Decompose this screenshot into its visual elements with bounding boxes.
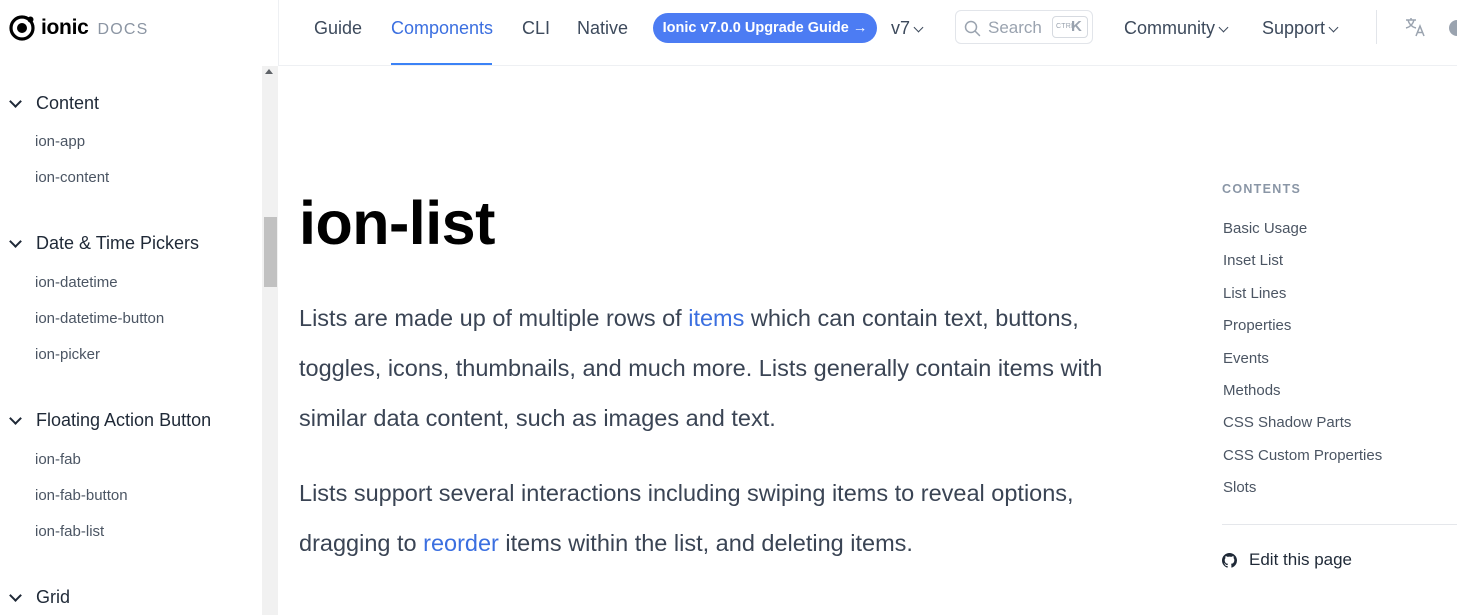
- sidebar-group-date-time-pickers[interactable]: Date & Time Pickers: [8, 233, 199, 254]
- chevron-down-icon: [9, 235, 22, 248]
- sidebar-item-ion-app[interactable]: ion-app: [35, 133, 85, 150]
- chevron-down-icon: [9, 412, 22, 425]
- items-link[interactable]: items: [688, 305, 744, 331]
- translate-icon[interactable]: [1405, 17, 1427, 37]
- upgrade-guide-button[interactable]: Ionic v7.0.0 Upgrade Guide →: [653, 13, 877, 43]
- sidebar-group-floating-action-button[interactable]: Floating Action Button: [8, 410, 211, 431]
- version-dropdown[interactable]: v7: [891, 18, 924, 39]
- sidebar-item-ion-picker[interactable]: ion-picker: [35, 346, 100, 363]
- toc-methods[interactable]: Methods: [1223, 382, 1281, 399]
- nav-native[interactable]: Native: [577, 18, 628, 39]
- keyboard-shortcut: CTRL K: [1052, 16, 1088, 38]
- sidebar-item-ion-datetime-button[interactable]: ion-datetime-button: [35, 310, 164, 327]
- chevron-down-icon: [9, 589, 22, 602]
- version-label: v7: [891, 18, 911, 38]
- nav-guide[interactable]: Guide: [314, 18, 362, 39]
- sidebar-item-ion-content[interactable]: ion-content: [35, 169, 109, 186]
- github-icon: [1222, 552, 1237, 568]
- text: Lists are made up of multiple rows of: [299, 305, 689, 331]
- sidebar-item-ion-fab-button[interactable]: ion-fab-button: [35, 487, 128, 504]
- sidebar-group-label: Grid: [36, 587, 71, 607]
- sidebar-group-label: Content: [36, 93, 100, 113]
- sidebar-group-label: Date & Time Pickers: [36, 233, 200, 253]
- chevron-down-icon: [9, 95, 22, 108]
- toc-css-shadow-parts[interactable]: CSS Shadow Parts: [1223, 414, 1351, 431]
- search-button[interactable]: Search CTRL K: [955, 10, 1093, 44]
- nav-cli[interactable]: CLI: [522, 18, 550, 39]
- chevron-down-icon: [1218, 22, 1229, 33]
- toc-inset-list[interactable]: Inset List: [1223, 252, 1283, 269]
- sidebar-group-grid[interactable]: Grid: [8, 587, 70, 608]
- sidebar-scrollbar[interactable]: [262, 66, 278, 615]
- search-icon: [964, 20, 981, 37]
- support-label: Support: [1262, 18, 1326, 38]
- sidebar: Content ion-app ion-content Date & Time …: [0, 66, 262, 615]
- edit-page-label: Edit this page: [1249, 550, 1353, 569]
- ionic-docs-logo[interactable]: ionic DOCS: [8, 14, 149, 42]
- search-placeholder: Search: [988, 18, 1042, 37]
- community-dropdown[interactable]: Community: [1124, 18, 1229, 39]
- nav-components[interactable]: Components: [391, 18, 493, 39]
- brand-suffix: DOCS: [97, 20, 149, 38]
- sidebar-item-ion-datetime[interactable]: ion-datetime: [35, 274, 118, 291]
- support-dropdown[interactable]: Support: [1262, 18, 1339, 39]
- toc-heading: CONTENTS: [1222, 182, 1302, 196]
- sidebar-group-content[interactable]: Content: [8, 93, 99, 114]
- interactions-paragraph: Lists support several interactions inclu…: [299, 468, 1159, 568]
- sidebar-item-ion-fab[interactable]: ion-fab: [35, 451, 81, 468]
- sidebar-item-ion-fab-list[interactable]: ion-fab-list: [35, 523, 104, 540]
- brand-name: ionic: [41, 16, 89, 39]
- scrollbar-thumb[interactable]: [264, 217, 277, 287]
- top-navbar: ionic DOCS Guide Components CLI Native I…: [0, 0, 1457, 65]
- toc-css-custom-properties[interactable]: CSS Custom Properties: [1223, 447, 1382, 464]
- toc-divider: [1222, 524, 1457, 525]
- header-border: [278, 65, 1457, 66]
- toc-slots[interactable]: Slots: [1223, 479, 1256, 496]
- nav-divider: [1376, 10, 1377, 44]
- scroll-up-arrow-icon[interactable]: [265, 69, 273, 74]
- brand-divider: [278, 0, 279, 65]
- page-title: ion-list: [299, 189, 495, 257]
- ionic-logo-icon: [9, 15, 35, 41]
- community-label: Community: [1124, 18, 1216, 38]
- toc-events[interactable]: Events: [1223, 350, 1269, 367]
- chevron-down-icon: [913, 22, 924, 33]
- kbd-key: K: [1071, 18, 1082, 35]
- theme-toggle-icon[interactable]: [1447, 19, 1457, 37]
- intro-paragraph: Lists are made up of multiple rows of it…: [299, 293, 1159, 443]
- sidebar-group-label: Floating Action Button: [36, 410, 212, 430]
- toc-list-lines[interactable]: List Lines: [1223, 285, 1286, 302]
- toc-basic-usage[interactable]: Basic Usage: [1223, 220, 1307, 237]
- edit-page-link[interactable]: Edit this page: [1222, 550, 1352, 570]
- toc-properties[interactable]: Properties: [1223, 317, 1291, 334]
- chevron-down-icon: [1328, 22, 1339, 33]
- reorder-link[interactable]: reorder: [423, 530, 499, 556]
- text: items within the list, and deleting item…: [498, 530, 913, 556]
